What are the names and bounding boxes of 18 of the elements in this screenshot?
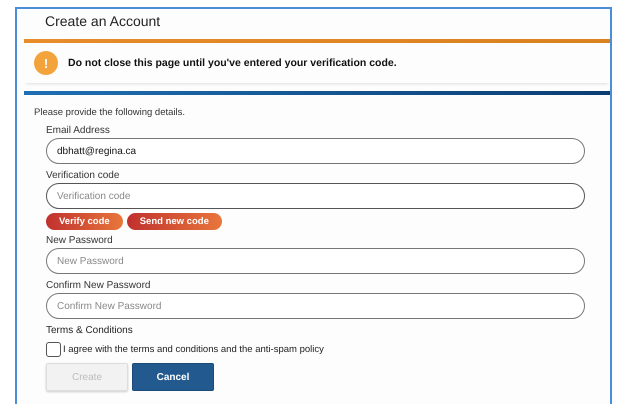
input-field[interactable]: New Password xyxy=(46,248,585,274)
field-label: Email Address xyxy=(46,124,111,137)
code-button[interactable]: Send new code xyxy=(126,213,222,230)
input-field[interactable]: Confirm New Password xyxy=(46,293,585,319)
field-label: New Password xyxy=(46,234,114,247)
warning-icon: ! xyxy=(34,51,58,75)
input-field[interactable]: Verification code xyxy=(46,183,585,209)
code-button[interactable]: Verify code xyxy=(46,213,123,230)
field-label: Confirm New Password xyxy=(46,279,152,292)
checkbox[interactable] xyxy=(46,342,61,357)
intro-text: Please provide the following details. xyxy=(33,106,186,120)
input-field[interactable]: dbhatt@regina.ca xyxy=(46,138,585,164)
page-title: Create an Account xyxy=(44,12,162,31)
form-button[interactable]: Cancel xyxy=(132,363,214,391)
warning-message: Do not close this page until you've entered your verification code. xyxy=(68,57,397,69)
terms-heading: Terms & Conditions xyxy=(46,324,134,337)
field-label: Verification code xyxy=(46,169,120,182)
checkbox-label: I agree with the terms and conditions and the anti-spam policy xyxy=(63,344,324,355)
